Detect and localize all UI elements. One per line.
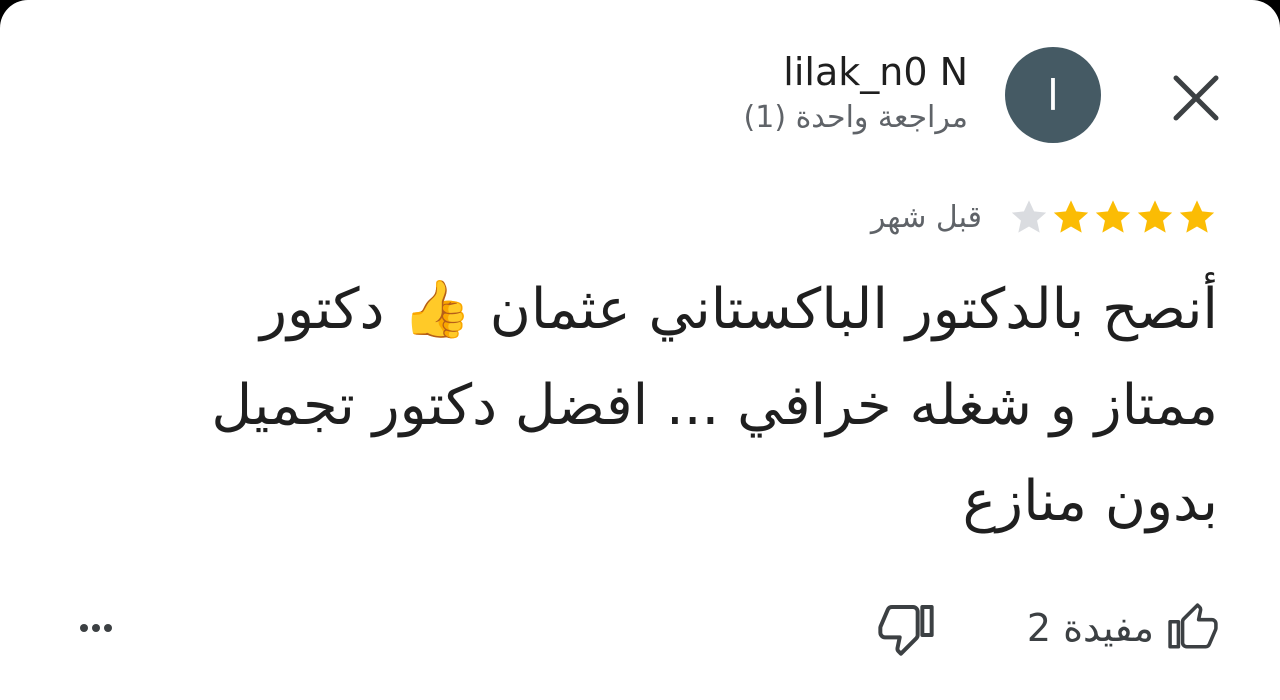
helpful-button[interactable]: مفيدة 2 [1027,596,1218,660]
review-text: أنصح بالدكتور الباكستاني عثمان 👍 دكتور م… [211,277,1218,534]
reviewer-name[interactable]: lilak_n0 N [783,50,968,94]
close-button[interactable] [1168,70,1224,126]
review-sheet: l lilak_n0 N مراجعة واحدة (1) قبل شهر أن… [0,0,1280,700]
star-filled-icon [1053,200,1089,233]
reviewer-review-count: مراجعة واحدة (1) [743,100,968,135]
review-time: قبل شهر [870,199,982,235]
not-helpful-button[interactable] [878,600,934,656]
thumbs-down-icon [878,605,934,656]
star-filled-icon [1095,200,1131,233]
more-options-button[interactable] [72,604,120,652]
avatar-initial: l [1047,70,1059,120]
star-filled-icon [1137,200,1173,233]
star-empty-icon [1011,200,1047,233]
avatar[interactable]: l [1005,47,1101,143]
thumbs-up-icon [1168,603,1218,649]
star-rating [1008,196,1218,238]
rating-row: قبل شهر [871,192,1218,242]
close-icon [1173,75,1219,121]
more-horizontal-icon [78,624,114,632]
review-actions: مفيدة 2 [0,596,1280,660]
helpful-count-label: مفيدة 2 [1026,606,1154,650]
star-filled-icon [1179,200,1215,233]
